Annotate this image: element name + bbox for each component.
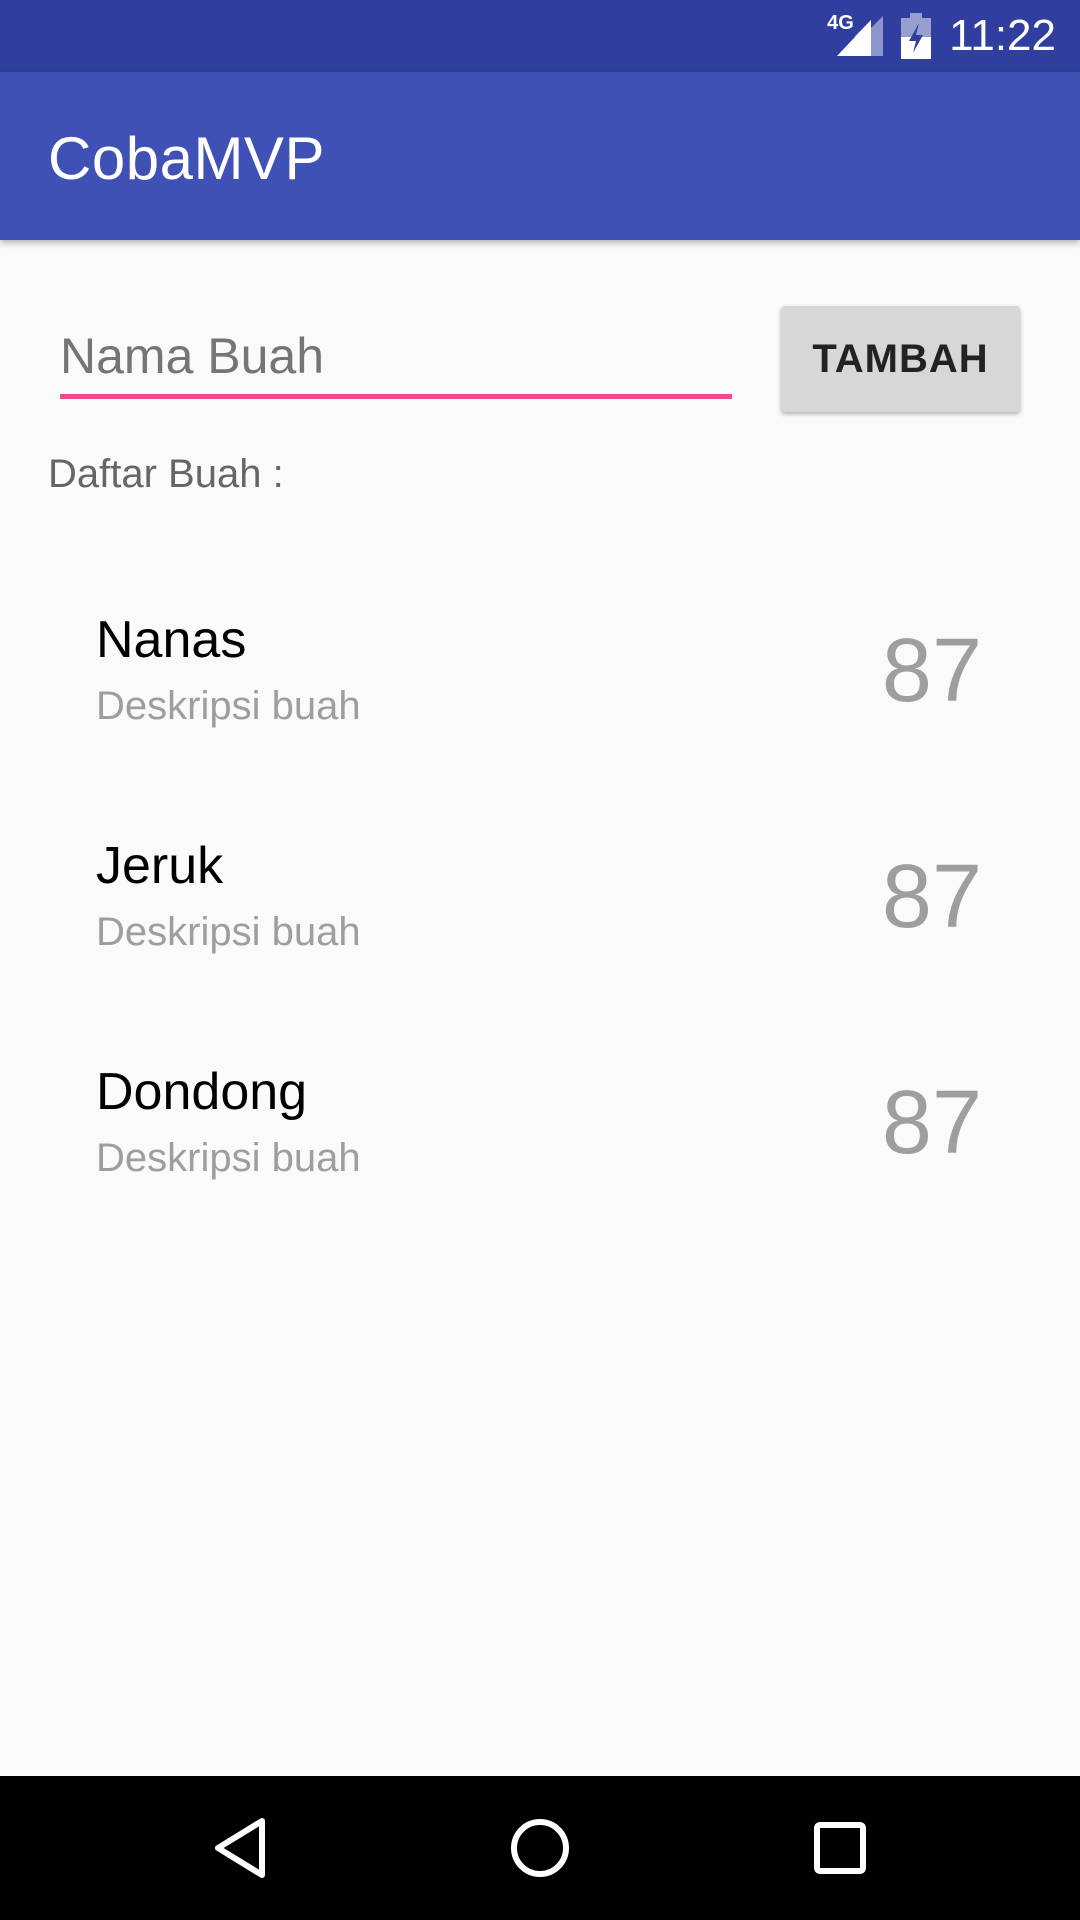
add-button[interactable]: TAMBAH [781, 306, 1020, 412]
recents-icon[interactable] [805, 1813, 875, 1883]
fruit-description: Deskripsi buah [96, 910, 361, 954]
status-bar: 4G 11:22 [0, 0, 1080, 72]
fruit-name: Dondong [96, 1063, 308, 1121]
fruit-value: 87 [881, 621, 982, 721]
list-item[interactable]: Nanas Deskripsi buah 87 [0, 600, 1080, 826]
fruit-name: Jeruk [96, 837, 224, 895]
fruit-value: 87 [881, 1073, 982, 1173]
navigation-bar [0, 1776, 1080, 1920]
signal-icon: 4G [827, 12, 884, 58]
fruit-description: Deskripsi buah [96, 684, 361, 728]
status-icons: 4G 11:22 [827, 0, 1056, 72]
fruit-name: Nanas [96, 611, 247, 669]
list-item[interactable]: Dondong Deskripsi buah 87 [0, 1052, 1080, 1278]
app-bar: CobaMVP [0, 72, 1080, 240]
app-title: CobaMVP [48, 125, 325, 192]
fruit-name-input[interactable] [60, 318, 732, 399]
list-item[interactable]: Jeruk Deskripsi buah 87 [0, 826, 1080, 1052]
status-time: 11:22 [949, 11, 1056, 60]
fruit-value: 87 [881, 847, 982, 947]
list-label: Daftar Buah : [48, 452, 284, 496]
back-icon[interactable] [205, 1813, 275, 1883]
home-icon[interactable] [505, 1813, 575, 1883]
battery-charging-icon [901, 13, 932, 59]
fruit-description: Deskripsi buah [96, 1136, 361, 1180]
fruit-list: Nanas Deskripsi buah 87 Jeruk Deskripsi … [0, 600, 1080, 1278]
